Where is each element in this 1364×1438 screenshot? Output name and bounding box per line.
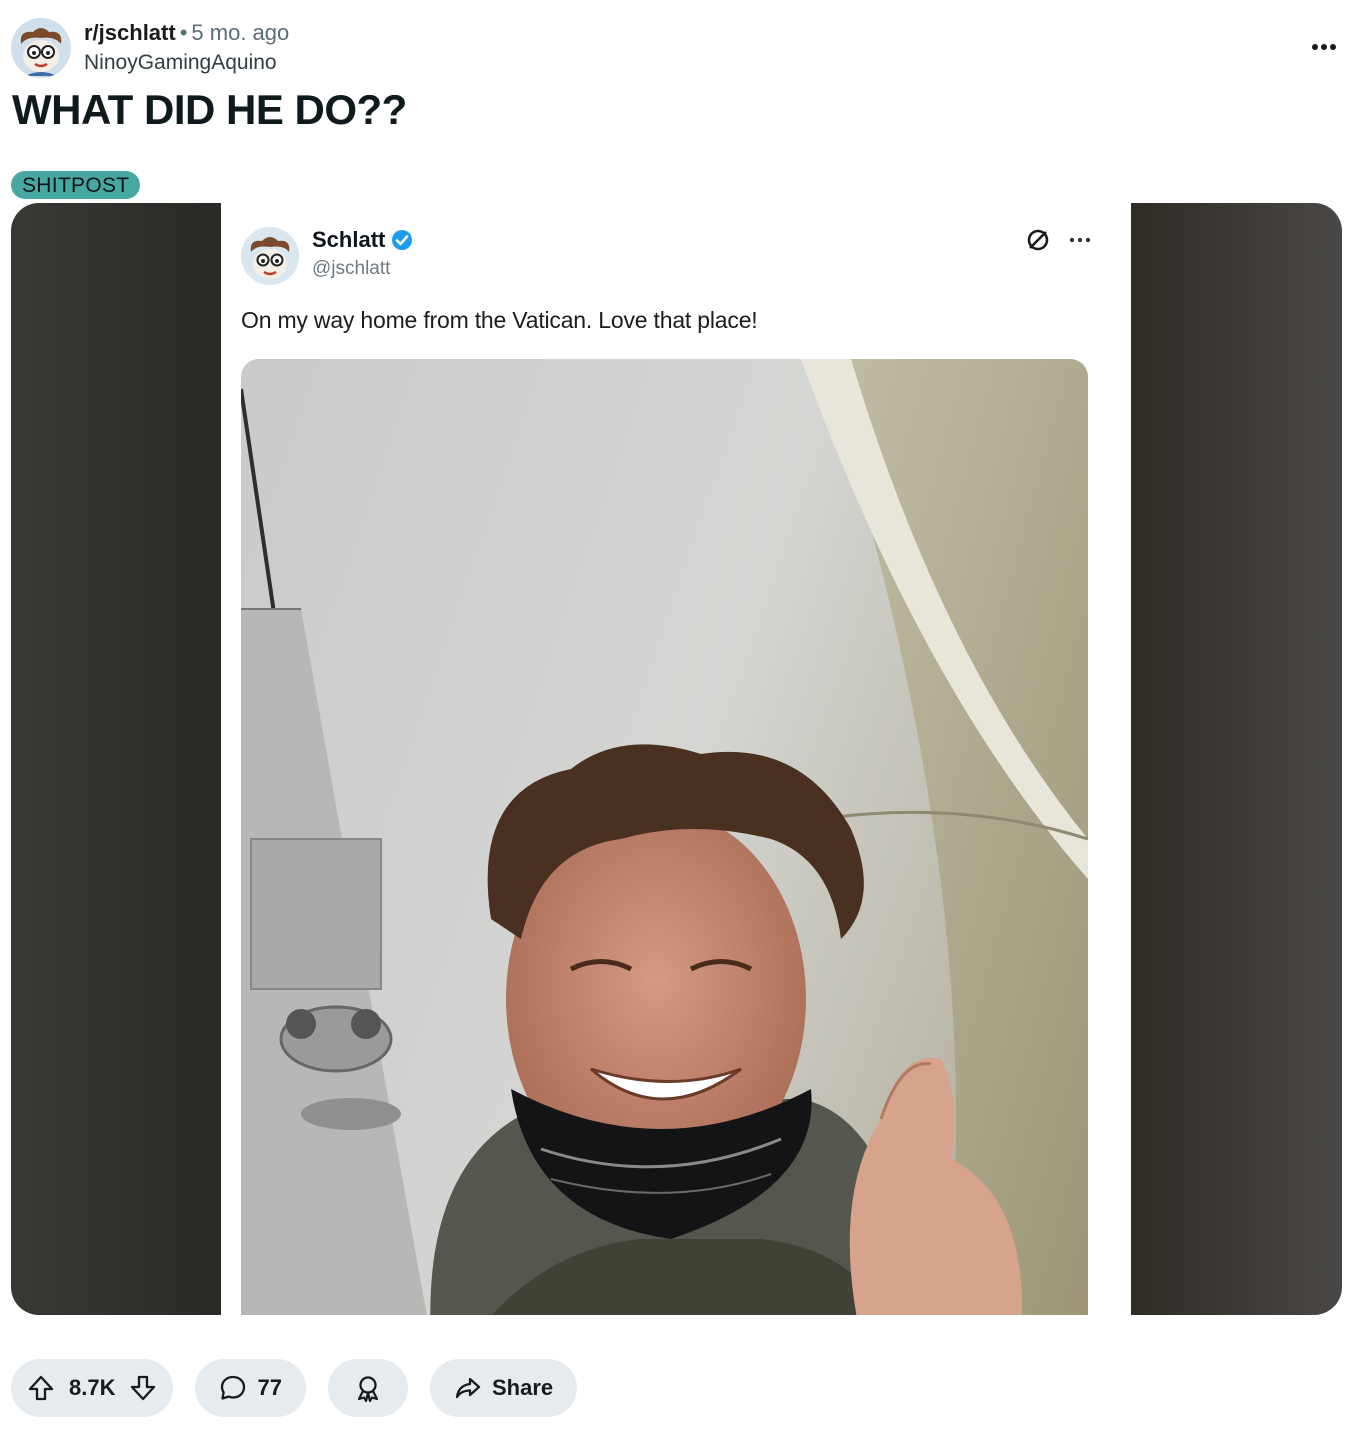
ellipsis-icon xyxy=(1069,237,1091,243)
vote-count: 8.7K xyxy=(69,1375,116,1400)
vote-bar: 8.7K xyxy=(11,1359,174,1417)
tweet-screenshot: Schlatt @jschlatt On my way home from th… xyxy=(221,203,1131,1315)
tweet-header-icons xyxy=(1025,227,1091,253)
subreddit-link[interactable]: r/jschlatt xyxy=(84,20,176,45)
share-icon xyxy=(455,1377,481,1399)
share-button[interactable]: Share xyxy=(429,1359,578,1417)
upvote-icon xyxy=(28,1375,54,1401)
tweet-display-name: Schlatt xyxy=(312,227,413,253)
post-title[interactable]: WHAT DID HE DO?? xyxy=(12,86,407,134)
subreddit-avatar[interactable] xyxy=(11,18,71,78)
post-media[interactable]: Schlatt @jschlatt On my way home from th… xyxy=(11,203,1342,1315)
grok-icon xyxy=(1027,229,1049,251)
upvote-button[interactable] xyxy=(27,1374,55,1402)
post-meta: r/jschlatt • 5 mo. ago xyxy=(84,20,289,46)
award-icon xyxy=(357,1376,379,1402)
post-flair[interactable]: SHITPOST xyxy=(11,171,141,199)
tweet-text: On my way home from the Vatican. Love th… xyxy=(241,307,758,333)
ellipsis-icon xyxy=(1312,44,1336,50)
post-actions: 8.7K 77 Share xyxy=(11,1359,578,1417)
tweet-avatar xyxy=(241,227,299,285)
tweet-photo xyxy=(241,359,1088,1315)
downvote-button[interactable] xyxy=(129,1374,157,1402)
tweet-name-text: Schlatt xyxy=(312,227,386,252)
selfie-photo xyxy=(241,359,1088,1315)
post-author[interactable]: NinoyGamingAquino xyxy=(84,51,277,75)
cartoon-ram-icon xyxy=(11,18,71,78)
verified-badge-icon xyxy=(392,230,413,250)
comments-button[interactable]: 77 xyxy=(195,1359,306,1417)
comment-icon xyxy=(221,1375,246,1400)
meta-separator: • xyxy=(179,20,188,45)
comment-count: 77 xyxy=(257,1375,282,1400)
more-options-button[interactable] xyxy=(1302,30,1346,64)
tweet-handle: @jschlatt xyxy=(312,258,391,279)
cartoon-ram-icon xyxy=(241,227,299,285)
award-button[interactable] xyxy=(327,1359,408,1417)
share-label: Share xyxy=(491,1375,554,1400)
post-time: 5 mo. ago xyxy=(191,20,290,45)
downvote-icon xyxy=(131,1375,156,1401)
